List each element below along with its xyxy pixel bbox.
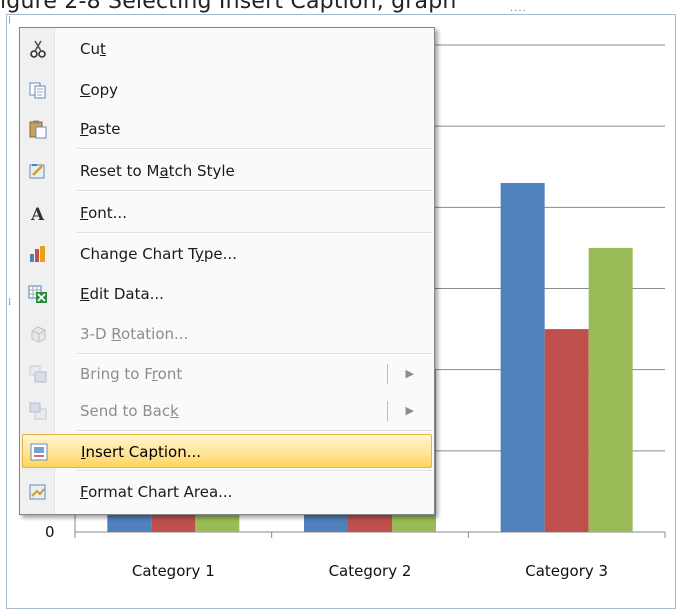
submenu-arrow-icon: ▶: [387, 401, 414, 421]
menu-separator: [77, 430, 432, 432]
menu-separator: [77, 148, 432, 150]
menu-item-label: 3-D Rotation...: [80, 325, 189, 343]
menu-item-paste[interactable]: Paste: [22, 112, 432, 146]
menu-item-label: Format Chart Area...: [80, 483, 233, 501]
reset-style-icon: [28, 161, 48, 181]
rotation-icon: [28, 324, 48, 344]
menu-separator: [77, 190, 432, 192]
bar: [588, 247, 633, 532]
y-tick-label: 0: [45, 523, 55, 541]
bring-front-icon: [28, 364, 48, 384]
menu-separator: [77, 232, 432, 234]
menu-item-label: Copy: [80, 81, 119, 99]
menu-separator: [77, 353, 432, 355]
insert-caption-icon: [29, 442, 49, 462]
menu-item-label: Send to Back: [80, 402, 179, 420]
context-menu: Cut Copy Paste Reset to Match Style A Font...…: [19, 27, 435, 515]
category-label: Category 3: [525, 562, 608, 580]
chart-type-icon: [28, 244, 48, 264]
category-label: Category 2: [329, 562, 412, 580]
scissors-icon: [28, 39, 48, 59]
menu-item-label: Font...: [80, 204, 127, 222]
menu-item-label: Insert Caption...: [81, 443, 202, 461]
menu-item-label: Edit Data...: [80, 285, 164, 303]
menu-item-label: Change Chart Type...: [80, 245, 237, 263]
menu-item-label: Reset to Match Style: [80, 162, 235, 180]
menu-item-change-type[interactable]: Change Chart Type...: [22, 237, 432, 271]
menu-item-copy[interactable]: Copy: [22, 73, 432, 107]
menu-item-label: Cut: [80, 40, 106, 58]
submenu-arrow-icon: ▶: [387, 364, 414, 384]
paste-icon: [28, 119, 48, 139]
copy-icon: [28, 80, 48, 100]
menu-item-font[interactable]: A Font...: [22, 196, 432, 230]
menu-item-bring-front[interactable]: Bring to Front ▶: [22, 357, 432, 391]
send-back-icon: [28, 401, 48, 421]
menu-item-format-area[interactable]: Format Chart Area...: [22, 475, 432, 509]
menu-item-reset[interactable]: Reset to Match Style: [22, 154, 432, 188]
menu-item-cut[interactable]: Cut: [22, 32, 432, 66]
bar: [544, 329, 589, 532]
svg-text:A: A: [30, 205, 45, 223]
format-area-icon: [28, 482, 48, 502]
font-icon: A: [28, 203, 48, 225]
menu-item-send-back[interactable]: Send to Back ▶: [22, 394, 432, 428]
menu-separator: [77, 470, 432, 472]
edit-data-icon: [28, 284, 48, 304]
category-label: Category 1: [132, 562, 215, 580]
menu-item-label: Paste: [80, 120, 121, 138]
menu-item-edit-data[interactable]: Edit Data...: [22, 277, 432, 311]
menu-item-rotation[interactable]: 3-D Rotation...: [22, 317, 432, 351]
menu-item-label: Bring to Front: [80, 365, 183, 383]
bar: [500, 182, 545, 532]
menu-item-insert-caption[interactable]: Insert Caption...: [22, 434, 432, 468]
